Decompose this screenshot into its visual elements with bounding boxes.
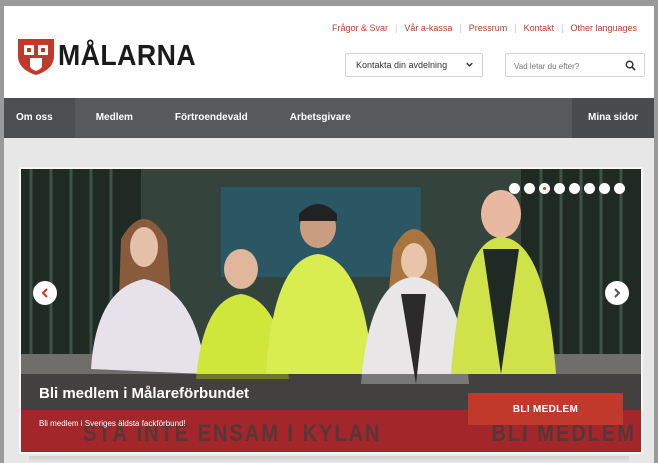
toplink-a-kassa[interactable]: Vår a-kassa <box>397 23 459 33</box>
slider-dots <box>509 183 625 194</box>
top-links: Frågor & Svar | Vår a-kassa | Pressrum | Ko… <box>325 23 644 33</box>
slider-dot[interactable] <box>584 183 595 194</box>
slider-dot[interactable] <box>524 183 535 194</box>
logo-text: MÅLARNA <box>58 39 197 72</box>
slider-prev-button[interactable] <box>33 281 57 305</box>
chevron-left-icon <box>41 288 48 298</box>
nav-item-mina-sidor[interactable]: Mina sidor <box>571 98 654 138</box>
slider-dot[interactable] <box>569 183 580 194</box>
slider-dot[interactable] <box>599 183 610 194</box>
slider-dot[interactable] <box>614 183 625 194</box>
search-input[interactable] <box>506 54 616 78</box>
slide-subtitle: Bli medlem i Sveriges äldsta fackförbund… <box>39 419 186 428</box>
slider-dot[interactable] <box>554 183 565 194</box>
page: MÅLARNA Frågor & Svar | Vår a-kassa | Pres… <box>4 6 654 463</box>
logo[interactable]: MÅLARNA <box>16 36 208 76</box>
main-nav: Om oss Medlem Förtroendevald Arbetsgivar… <box>4 98 654 138</box>
chevron-down-icon <box>466 62 473 67</box>
nav-item-medlem[interactable]: Medlem <box>75 98 154 138</box>
search-icon[interactable] <box>625 60 636 71</box>
logo-shield-icon <box>18 39 54 75</box>
nav-item-fortroendevald[interactable]: Förtroendevald <box>154 98 269 138</box>
toplink-faq[interactable]: Frågor & Svar <box>325 23 395 33</box>
hero-slider: STÅ INTE ENSAM I KYLANBLI MEDLEM NU Bli … <box>21 169 641 452</box>
nav-item-arbetsgivare[interactable]: Arbetsgivare <box>269 98 372 138</box>
bli-medlem-button[interactable]: BLI MEDLEM <box>468 393 623 425</box>
department-select-value: Kontakta din avdelning <box>356 60 448 70</box>
slider-shadow <box>29 456 629 462</box>
toplink-kontakt[interactable]: Kontakt <box>517 23 562 33</box>
site-header: MÅLARNA Frågor & Svar | Vår a-kassa | Pres… <box>4 6 654 98</box>
nav-item-om-oss[interactable]: Om oss <box>4 98 75 138</box>
toplink-other-languages[interactable]: Other languages <box>563 23 644 33</box>
chevron-right-icon <box>614 288 621 298</box>
department-select[interactable]: Kontakta din avdelning <box>345 53 483 77</box>
slider-dot-active[interactable] <box>539 183 550 194</box>
slider-dot[interactable] <box>509 183 520 194</box>
slider-next-button[interactable] <box>605 281 629 305</box>
slide-title: Bli medlem i Målareförbundet <box>39 385 250 402</box>
toplink-pressrum[interactable]: Pressrum <box>462 23 515 33</box>
search-box <box>505 53 645 78</box>
